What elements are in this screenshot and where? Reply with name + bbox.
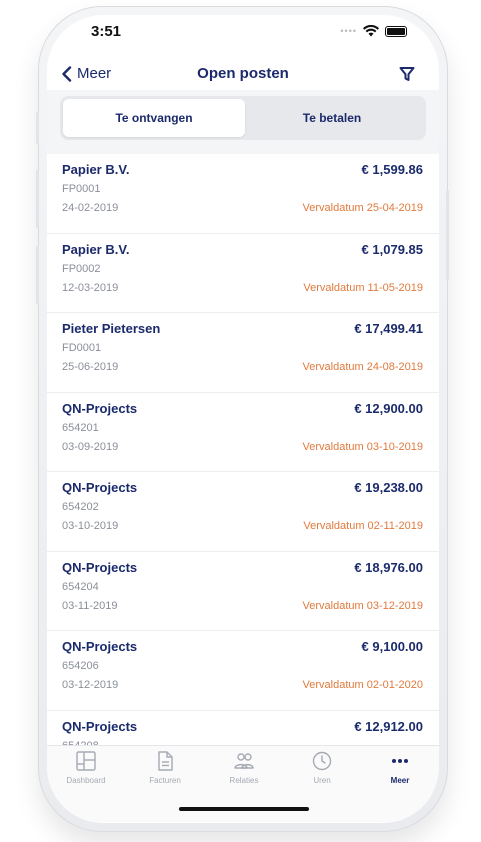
- list-item[interactable]: QN-Projects € 12,912.00 654208: [47, 711, 439, 746]
- dashboard-icon: [76, 751, 96, 771]
- list-item[interactable]: Papier B.V. € 1,599.86 FP0001 24-02-2019…: [47, 154, 439, 234]
- invoice-name: QN-Projects: [62, 718, 138, 734]
- people-icon: [234, 753, 254, 769]
- list-item[interactable]: QN-Projects € 18,976.00 654204 03-11-201…: [47, 552, 439, 631]
- power-button: [446, 190, 449, 280]
- invoice-name: Pieter Pietersen: [62, 321, 161, 336]
- wifi-icon: [363, 25, 379, 37]
- invoice-number: 654202: [62, 501, 99, 513]
- status-time: 3:51: [91, 23, 122, 40]
- invoice-amount: € 12,900.00: [354, 400, 423, 416]
- invoice-date: 03-11-2019: [62, 599, 118, 612]
- page-title: Open posten: [197, 65, 289, 82]
- list-item[interactable]: Papier B.V. € 1,079.85 FP0002 12-03-2019…: [47, 234, 439, 313]
- tab-label: Relaties: [229, 776, 259, 785]
- tab-label: Dashboard: [66, 776, 106, 785]
- invoice-due-date: Vervaldatum 02-11-2019: [303, 520, 423, 532]
- battery-icon: [385, 25, 407, 37]
- invoice-list: Papier B.V. € 1,599.86 FP0001 24-02-2019…: [47, 154, 439, 745]
- tab-facturen[interactable]: Facturen: [127, 750, 203, 785]
- tab-uren[interactable]: Uren: [284, 750, 360, 785]
- document-icon: [158, 751, 173, 771]
- invoice-amount: € 9,100.00: [361, 639, 423, 654]
- invoice-name: QN-Projects: [62, 639, 138, 654]
- list-item[interactable]: QN-Projects € 12,900.00 654201 03-09-201…: [47, 393, 439, 472]
- status-icons: ••••: [340, 25, 407, 37]
- invoice-due-date: Vervaldatum 24-08-2019: [302, 361, 423, 373]
- invoice-amount: € 18,976.00: [354, 559, 423, 575]
- invoice-due-date: Vervaldatum 03-12-2019: [302, 599, 423, 612]
- tab-relaties[interactable]: Relaties: [206, 750, 282, 785]
- invoice-date: 03-10-2019: [62, 520, 119, 532]
- invoice-number: 654204: [62, 580, 99, 593]
- phone-frame: 3:51 •••• Meer Open posten Te ontvangen …: [38, 6, 448, 832]
- invoice-number: FP0002: [62, 262, 101, 275]
- segment-container: Te ontvangen Te betalen: [47, 90, 439, 154]
- list-item[interactable]: QN-Projects € 9,100.00 654206 03-12-2019…: [47, 631, 439, 711]
- invoice-name: QN-Projects: [62, 400, 138, 416]
- tab-label: Facturen: [149, 776, 181, 785]
- tab-meer[interactable]: Meer: [362, 750, 438, 785]
- invoice-due-date: Vervaldatum 11-05-2019: [303, 281, 423, 294]
- invoice-date: 24-02-2019: [62, 202, 119, 214]
- segment-te-ontvangen[interactable]: Te ontvangen: [63, 99, 245, 137]
- invoice-amount: € 17,499.41: [354, 321, 423, 336]
- screen: 3:51 •••• Meer Open posten Te ontvangen …: [47, 15, 439, 823]
- invoice-due-date: Vervaldatum 02-01-2020: [302, 679, 423, 691]
- invoice-amount: € 12,912.00: [354, 718, 423, 734]
- invoice-number: FP0001: [62, 183, 101, 195]
- invoice-name: Papier B.V.: [62, 162, 130, 177]
- list-item[interactable]: Pieter Pietersen € 17,499.41 FD0001 25-0…: [47, 313, 439, 393]
- invoice-date: 03-12-2019: [62, 679, 119, 691]
- tab-dashboard[interactable]: Dashboard: [48, 750, 124, 785]
- tab-label: Meer: [390, 776, 410, 785]
- invoice-number: 654206: [62, 660, 99, 672]
- invoice-amount: € 1,079.85: [361, 241, 423, 257]
- invoice-due-date: Vervaldatum 03-10-2019: [302, 440, 423, 453]
- segment-te-betalen[interactable]: Te betalen: [241, 99, 423, 137]
- more-icon: [392, 759, 408, 763]
- invoice-number: FD0001: [62, 342, 102, 354]
- signal-icon: ••••: [340, 26, 357, 36]
- invoice-date: 25-06-2019: [62, 361, 119, 373]
- invoice-date: 12-03-2019: [62, 281, 119, 294]
- invoice-number: 654201: [62, 421, 99, 434]
- invoice-amount: € 1,599.86: [361, 162, 423, 177]
- clock-icon: [312, 751, 332, 771]
- invoice-name: QN-Projects: [62, 480, 138, 495]
- list-item[interactable]: QN-Projects € 19,238.00 654202 03-10-201…: [47, 472, 439, 552]
- volume-down-button: [36, 246, 39, 304]
- invoice-name: Papier B.V.: [62, 241, 130, 257]
- home-indicator: [179, 807, 309, 811]
- tab-label: Uren: [313, 776, 331, 785]
- invoice-name: QN-Projects: [62, 559, 138, 575]
- segmented-control: Te ontvangen Te betalen: [60, 96, 426, 140]
- invoice-date: 03-09-2019: [62, 440, 119, 453]
- filter-icon[interactable]: [399, 66, 415, 82]
- invoice-amount: € 19,238.00: [354, 480, 423, 495]
- volume-up-button: [36, 170, 39, 228]
- invoice-due-date: Vervaldatum 25-04-2019: [302, 202, 423, 214]
- side-button: [36, 112, 39, 144]
